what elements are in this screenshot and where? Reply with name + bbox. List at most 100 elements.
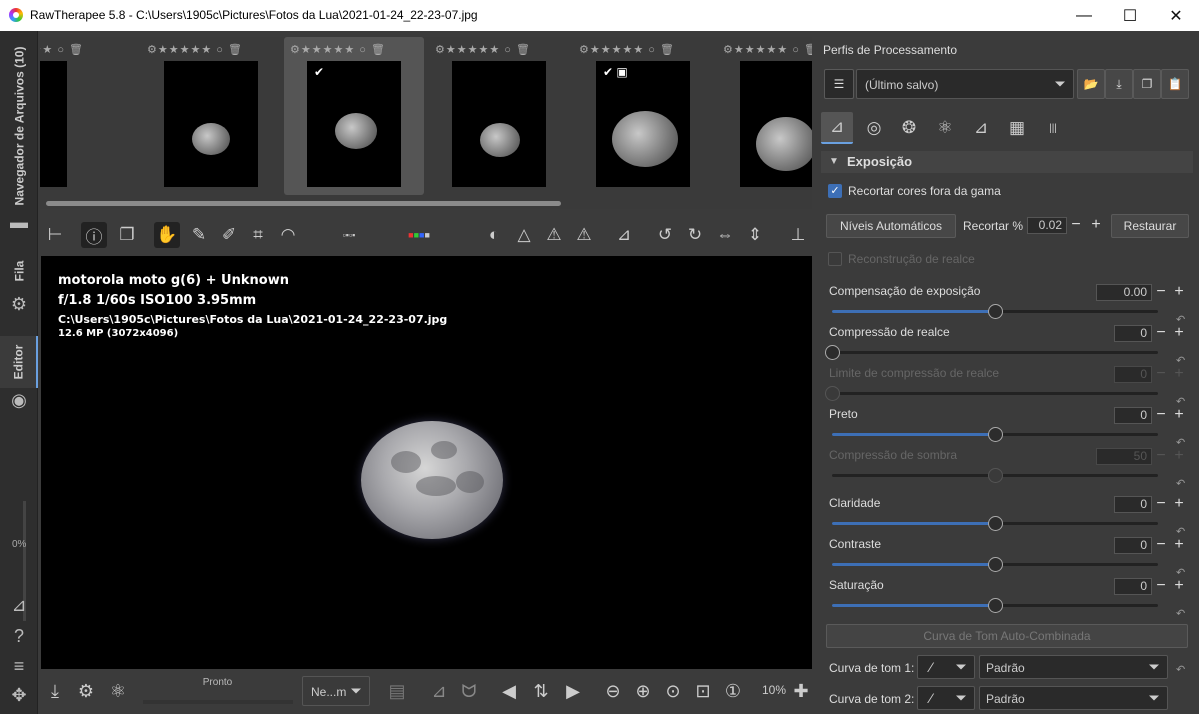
slider-6-plus-button[interactable]: +	[1171, 537, 1187, 554]
zoom-out-icon[interactable]: ⊖	[600, 678, 626, 704]
slider-0-knob[interactable]	[988, 304, 1003, 319]
rating-stars[interactable]: ★★★★★	[446, 44, 500, 56]
external-editor-icon[interactable]: ⚛	[105, 678, 131, 704]
white-balance-picker-icon[interactable]: ✎	[186, 222, 212, 248]
profile-select[interactable]: (Último salvo)	[856, 69, 1074, 99]
hand-tool-icon[interactable]: ✋	[154, 222, 180, 248]
slider-4-plus-button[interactable]: +	[1171, 448, 1187, 465]
details-tab-icon[interactable]: ◎	[858, 112, 890, 144]
slider-7-plus-button[interactable]: +	[1171, 578, 1187, 595]
hand-nav-icon[interactable]: ᗢ	[456, 678, 482, 704]
rotate-right-icon[interactable]: ↻	[682, 222, 708, 248]
slider-1-plus-button[interactable]: +	[1171, 325, 1187, 342]
slider-3-minus-button[interactable]: −	[1153, 407, 1169, 424]
slider-7-minus-button[interactable]: −	[1153, 578, 1169, 595]
load-profile-icon[interactable]: 📂	[1077, 69, 1105, 99]
thumbnail-selected[interactable]: ⚙★★★★★ ○ 🗑 ✔	[284, 37, 424, 195]
trash-icon[interactable]: 🗑	[371, 44, 386, 56]
preview-bg-select-icon[interactable]: ▤	[377, 678, 417, 704]
crop-icon[interactable]: ⌗	[245, 222, 271, 248]
sync-icon[interactable]: ⇅	[528, 678, 554, 704]
trash-icon[interactable]: 🗑	[228, 44, 243, 56]
rating-stars[interactable]: ★★★★★	[590, 44, 644, 56]
slider-3-knob[interactable]	[988, 427, 1003, 442]
rotate-left-icon[interactable]: ↺	[652, 222, 678, 248]
clip-oog-checkbox[interactable]: ✓	[828, 184, 842, 198]
slider-6-input[interactable]: 0	[1114, 537, 1152, 554]
reset-icon[interactable]: ↶	[1176, 607, 1190, 620]
slider-2-minus-button[interactable]: −	[1153, 366, 1169, 383]
slider-5-input[interactable]: 0	[1114, 496, 1152, 513]
focus-mask-icon[interactable]: ◐	[481, 222, 507, 248]
preview-mode-select[interactable]: Ne...m	[302, 676, 370, 706]
zoom-fit-icon[interactable]: ⊙	[660, 678, 686, 704]
shadow-warning-icon[interactable]: ⚠	[571, 222, 597, 248]
tab-editor[interactable]: Editor	[0, 336, 38, 388]
slider-6-knob[interactable]	[988, 557, 1003, 572]
restore-button[interactable]: Restaurar	[1111, 214, 1189, 238]
exposure-section-header[interactable]: ▼ Exposição	[821, 151, 1193, 173]
maximize-button[interactable]: ☐	[1107, 0, 1153, 31]
slider-1-track[interactable]	[825, 345, 1158, 360]
shadow-clip-icon[interactable]: △	[511, 222, 537, 248]
gears-icon[interactable]: ⚙	[7, 293, 31, 315]
slider-4-minus-button[interactable]: −	[1153, 448, 1169, 465]
tone-curve-1-shape-select[interactable]: ⁄	[917, 655, 975, 679]
reset-icon[interactable]: ↶	[1176, 477, 1190, 490]
slider-0-track[interactable]	[832, 304, 1158, 319]
save-profile-icon[interactable]: ⤓	[1105, 69, 1133, 99]
profile-list-icon[interactable]: ☰	[824, 69, 854, 99]
slider-3-plus-button[interactable]: +	[1171, 407, 1187, 424]
thumbnail[interactable]: ⚙★★★★★ ○ 🗑	[429, 37, 569, 195]
zoom-in-icon[interactable]: ⊕	[630, 678, 656, 704]
slider-5-knob[interactable]	[988, 516, 1003, 531]
aperture-icon[interactable]: ◉	[7, 389, 31, 411]
slider-1-minus-button[interactable]: −	[1153, 325, 1169, 342]
thumbnail[interactable]: ⚙★★★★★ ○ 🗑 ✔ ▣	[573, 37, 713, 195]
trash-icon[interactable]: 🗑	[660, 44, 675, 56]
slider-4-track[interactable]	[832, 468, 1158, 483]
preferences-icon[interactable]: ≡	[7, 655, 31, 677]
zoom-crop-icon[interactable]: ⊡	[690, 678, 716, 704]
tone-curve-1-mode-select[interactable]: Padrão	[979, 655, 1168, 679]
slider-4-input[interactable]: 50	[1096, 448, 1152, 465]
clip-plus-button[interactable]: +	[1088, 217, 1104, 234]
rgb-channel-buttons[interactable]: ■ ■ ■ ■	[406, 222, 432, 248]
slider-3-track[interactable]	[832, 427, 1158, 442]
slider-5-plus-button[interactable]: +	[1171, 496, 1187, 513]
channel-buttons[interactable]: ▫▪▫▪	[336, 222, 362, 248]
help-icon[interactable]: ?	[7, 625, 31, 647]
tab-file-browser[interactable]: Navegador de Arquivos (10)	[0, 41, 38, 211]
straighten-icon[interactable]: ◠	[275, 222, 301, 248]
transform-tab-icon[interactable]: ⊿	[965, 112, 997, 144]
reset-icon[interactable]: ↶	[1176, 663, 1190, 676]
tab-queue[interactable]: Fila	[0, 246, 38, 296]
queue-add-icon[interactable]: ⚙	[73, 678, 99, 704]
save-image-icon[interactable]: ⤓	[42, 678, 68, 704]
perspective-icon[interactable]: ⊿	[611, 222, 637, 248]
add-queue-icon[interactable]: ⊿	[7, 594, 31, 616]
before-after-icon[interactable]: ❐	[114, 222, 140, 248]
raw-tab-icon[interactable]: ▦	[1001, 112, 1033, 144]
clip-minus-button[interactable]: −	[1068, 217, 1084, 234]
slider-7-knob[interactable]	[988, 598, 1003, 613]
exposure-tab-icon[interactable]: ⊿	[821, 112, 853, 144]
metadata-tab-icon[interactable]: |||	[1037, 112, 1069, 144]
paste-profile-icon[interactable]: 📋	[1161, 69, 1189, 99]
close-button[interactable]: ✕	[1153, 0, 1199, 31]
slider-3-input[interactable]: 0	[1114, 407, 1152, 424]
tone-curve-2-shape-select[interactable]: ⁄	[917, 686, 975, 710]
slider-6-minus-button[interactable]: −	[1153, 537, 1169, 554]
navigator-icon[interactable]: ⊿	[426, 678, 452, 704]
advanced-tab-icon[interactable]: ⚛	[929, 112, 961, 144]
slider-4-knob[interactable]	[988, 468, 1003, 483]
flip-horizontal-icon[interactable]: ⇔	[712, 222, 738, 248]
minimize-button[interactable]: —	[1061, 0, 1107, 31]
rating-stars[interactable]: ★★★★★	[301, 44, 355, 56]
clip-input[interactable]: 0.02	[1027, 217, 1067, 234]
thumbnail[interactable]: ★★★★★ ○ 🗑	[40, 37, 90, 195]
slider-1-input[interactable]: 0	[1114, 325, 1152, 342]
fullscreen-icon[interactable]: ✥	[7, 684, 31, 706]
copy-profile-icon[interactable]: ❐	[1133, 69, 1161, 99]
slider-0-input[interactable]: 0.00	[1096, 284, 1152, 301]
